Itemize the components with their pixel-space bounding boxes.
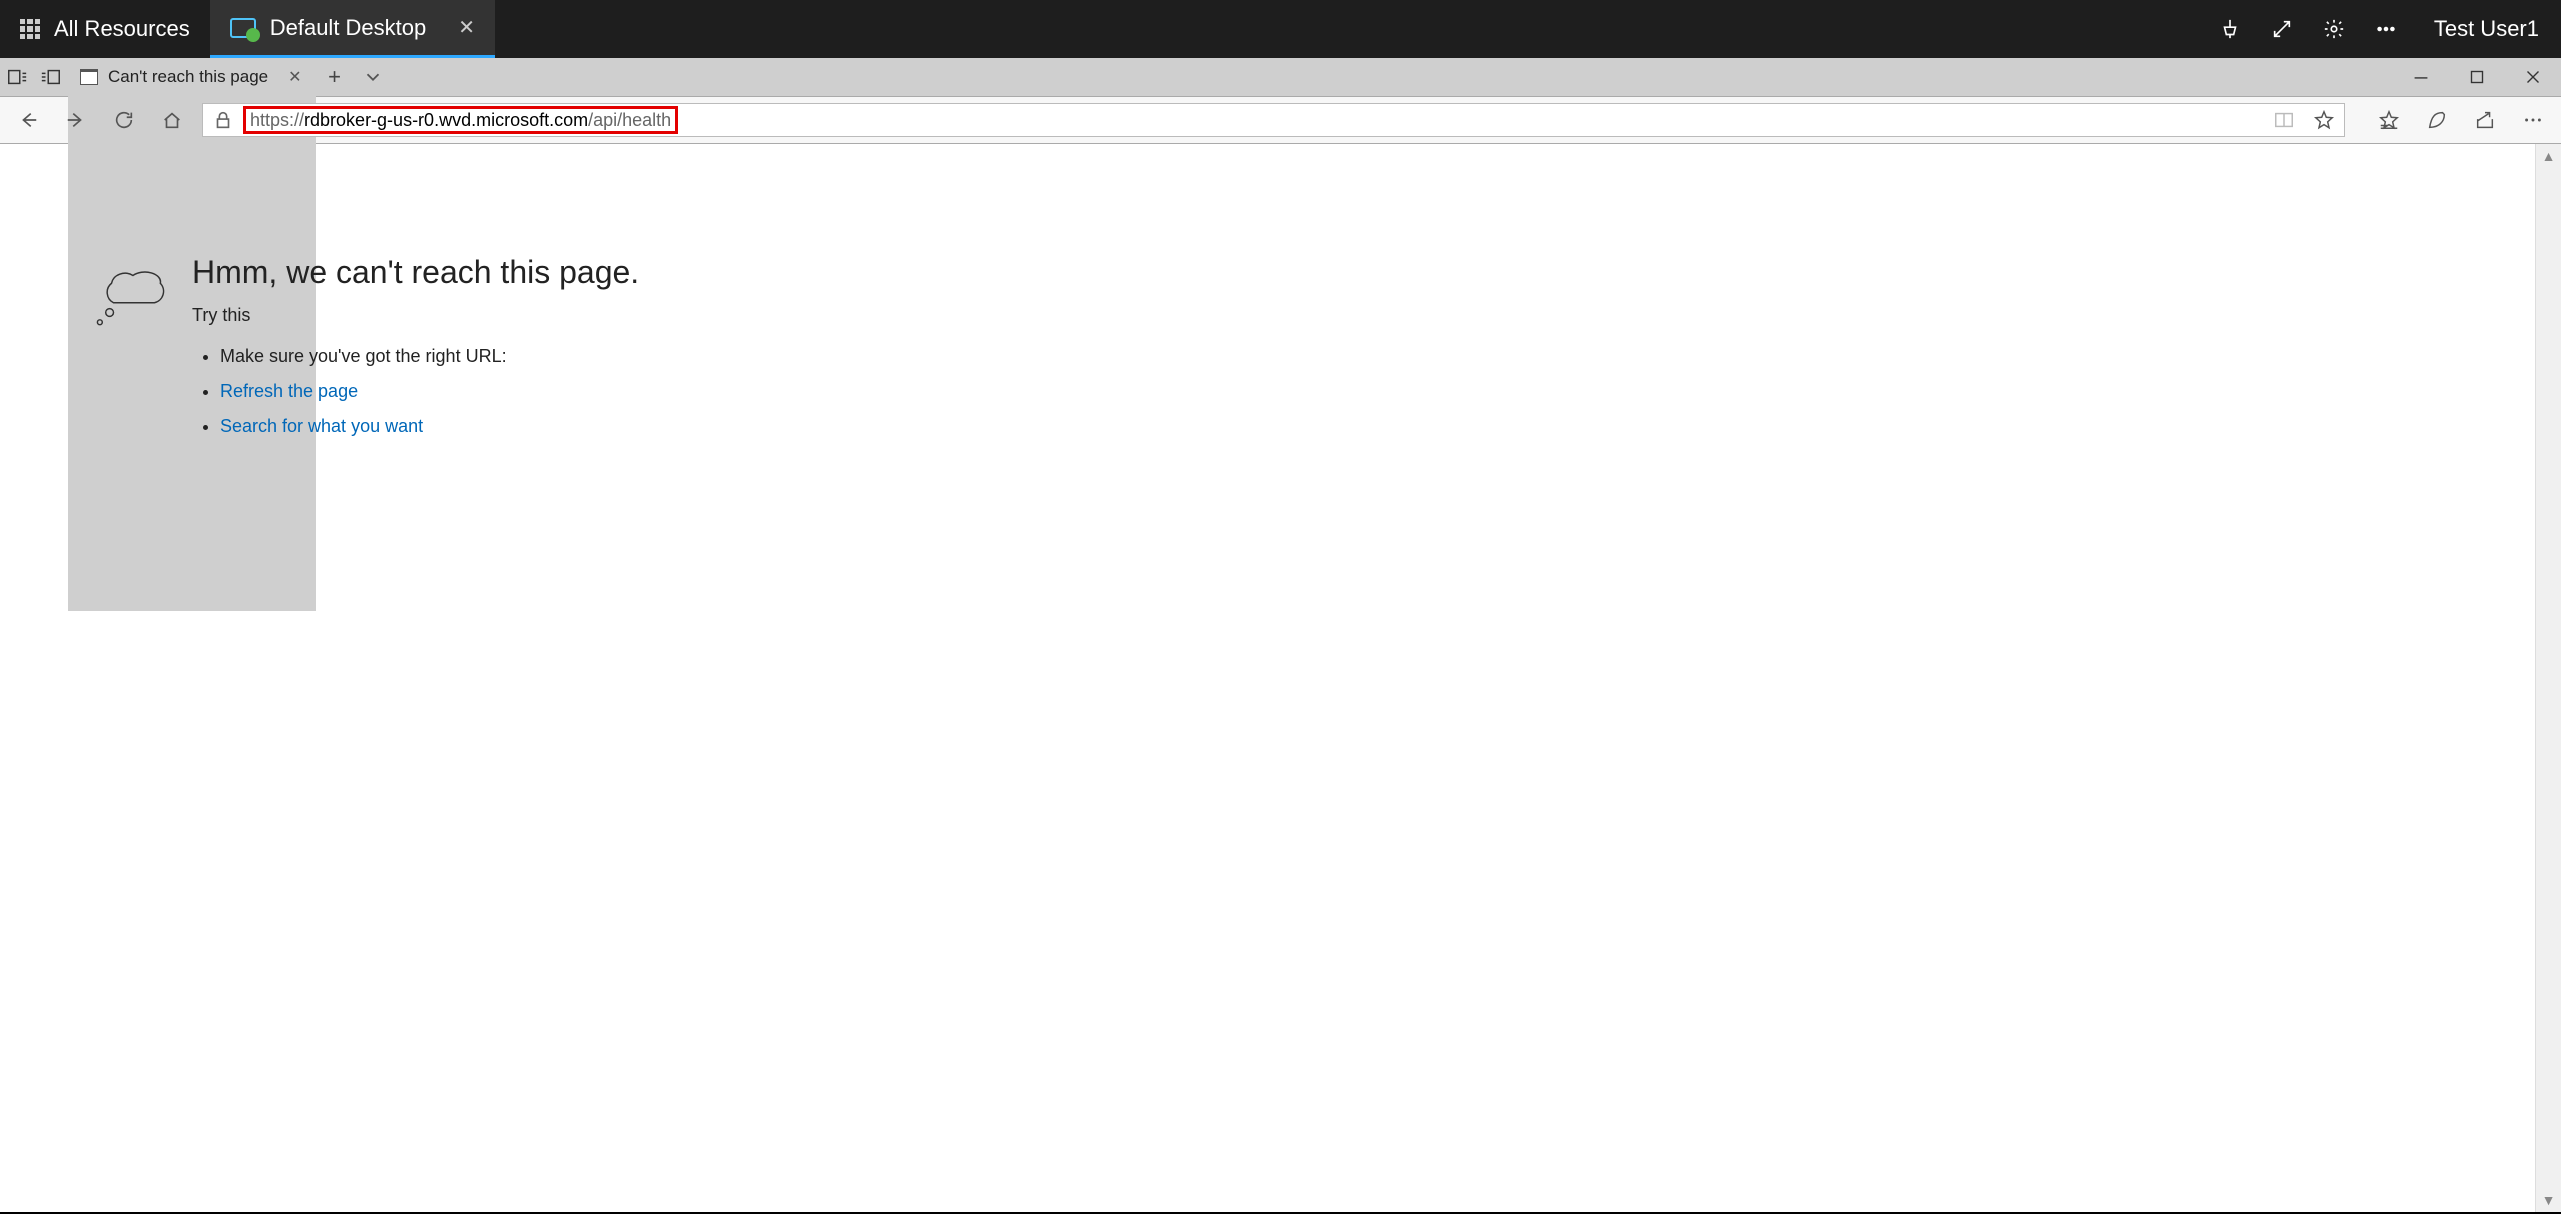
browser-chrome: Can't reach this page ✕ + https://rdbrok… <box>0 58 2561 144</box>
close-button[interactable] <box>2505 58 2561 96</box>
maximize-button[interactable] <box>2449 58 2505 96</box>
desktop-icon <box>230 18 256 38</box>
remote-desktop-title-bar: All Resources Default Desktop ✕ Test Use… <box>0 0 2561 58</box>
scroll-down-icon[interactable]: ▼ <box>2542 1192 2556 1208</box>
rd-tab-all-resources[interactable]: All Resources <box>0 0 210 58</box>
reading-view-icon[interactable] <box>2264 109 2304 131</box>
scrollbar[interactable]: ▲ ▼ <box>2535 144 2561 1212</box>
window-controls <box>2393 58 2561 96</box>
nav-refresh-button[interactable] <box>100 96 148 144</box>
url-host: rdbroker-g-us-r0.wvd.microsoft.com <box>304 110 588 131</box>
share-icon[interactable] <box>2461 109 2509 131</box>
favorites-list-icon[interactable] <box>2365 109 2413 131</box>
set-tabs-aside-icon[interactable] <box>40 66 62 88</box>
address-bar-row: https://rdbroker-g-us-r0.wvd.microsoft.c… <box>0 96 2561 144</box>
nav-back-button[interactable] <box>4 96 52 144</box>
favorite-icon[interactable] <box>2304 109 2344 131</box>
suggestion-check-url: Make sure you've got the right URL: <box>220 346 639 367</box>
refresh-page-link[interactable]: Refresh the page <box>220 381 358 401</box>
page-icon <box>80 69 98 85</box>
minimize-button[interactable] <box>2393 58 2449 96</box>
rd-more-icon[interactable] <box>2360 0 2412 58</box>
cloud-thought-icon <box>94 254 172 1212</box>
try-this-label: Try this <box>192 305 639 326</box>
rd-tab-default-desktop[interactable]: Default Desktop ✕ <box>210 0 495 58</box>
url-text-highlight: https://rdbroker-g-us-r0.wvd.microsoft.c… <box>243 106 678 134</box>
rd-tab-all-label: All Resources <box>54 16 190 42</box>
page-body: Hmm, we can't reach this page. Try this … <box>0 144 2561 1212</box>
tab-preview-left-icon[interactable] <box>6 66 28 88</box>
more-menu-icon[interactable] <box>2509 109 2557 131</box>
nav-forward-button[interactable] <box>52 96 100 144</box>
browser-tab-title: Can't reach this page <box>108 67 268 87</box>
rd-settings-icon[interactable] <box>2308 0 2360 58</box>
rd-tab-desk-label: Default Desktop <box>270 15 427 41</box>
lock-icon[interactable] <box>203 109 243 131</box>
notes-icon[interactable] <box>2413 109 2461 131</box>
browser-tabs-row: Can't reach this page ✕ + <box>0 58 2561 96</box>
address-bar[interactable]: https://rdbroker-g-us-r0.wvd.microsoft.c… <box>202 103 2345 137</box>
url-protocol: https:// <box>250 110 304 131</box>
apps-grid-icon <box>20 19 40 39</box>
nav-home-button[interactable] <box>148 96 196 144</box>
new-tab-button[interactable]: + <box>316 64 354 90</box>
tab-dropdown[interactable] <box>354 66 392 88</box>
scroll-up-icon[interactable]: ▲ <box>2542 148 2556 164</box>
rd-pin-icon[interactable] <box>2204 0 2256 58</box>
search-link[interactable]: Search for what you want <box>220 416 423 436</box>
error-heading: Hmm, we can't reach this page. <box>192 254 639 291</box>
rd-tab-close[interactable]: ✕ <box>458 15 475 40</box>
rd-fullscreen-icon[interactable] <box>2256 0 2308 58</box>
rd-user-label[interactable]: Test User1 <box>2412 0 2561 58</box>
browser-tab-close[interactable]: ✕ <box>278 67 311 87</box>
url-path: /api/health <box>588 110 671 131</box>
